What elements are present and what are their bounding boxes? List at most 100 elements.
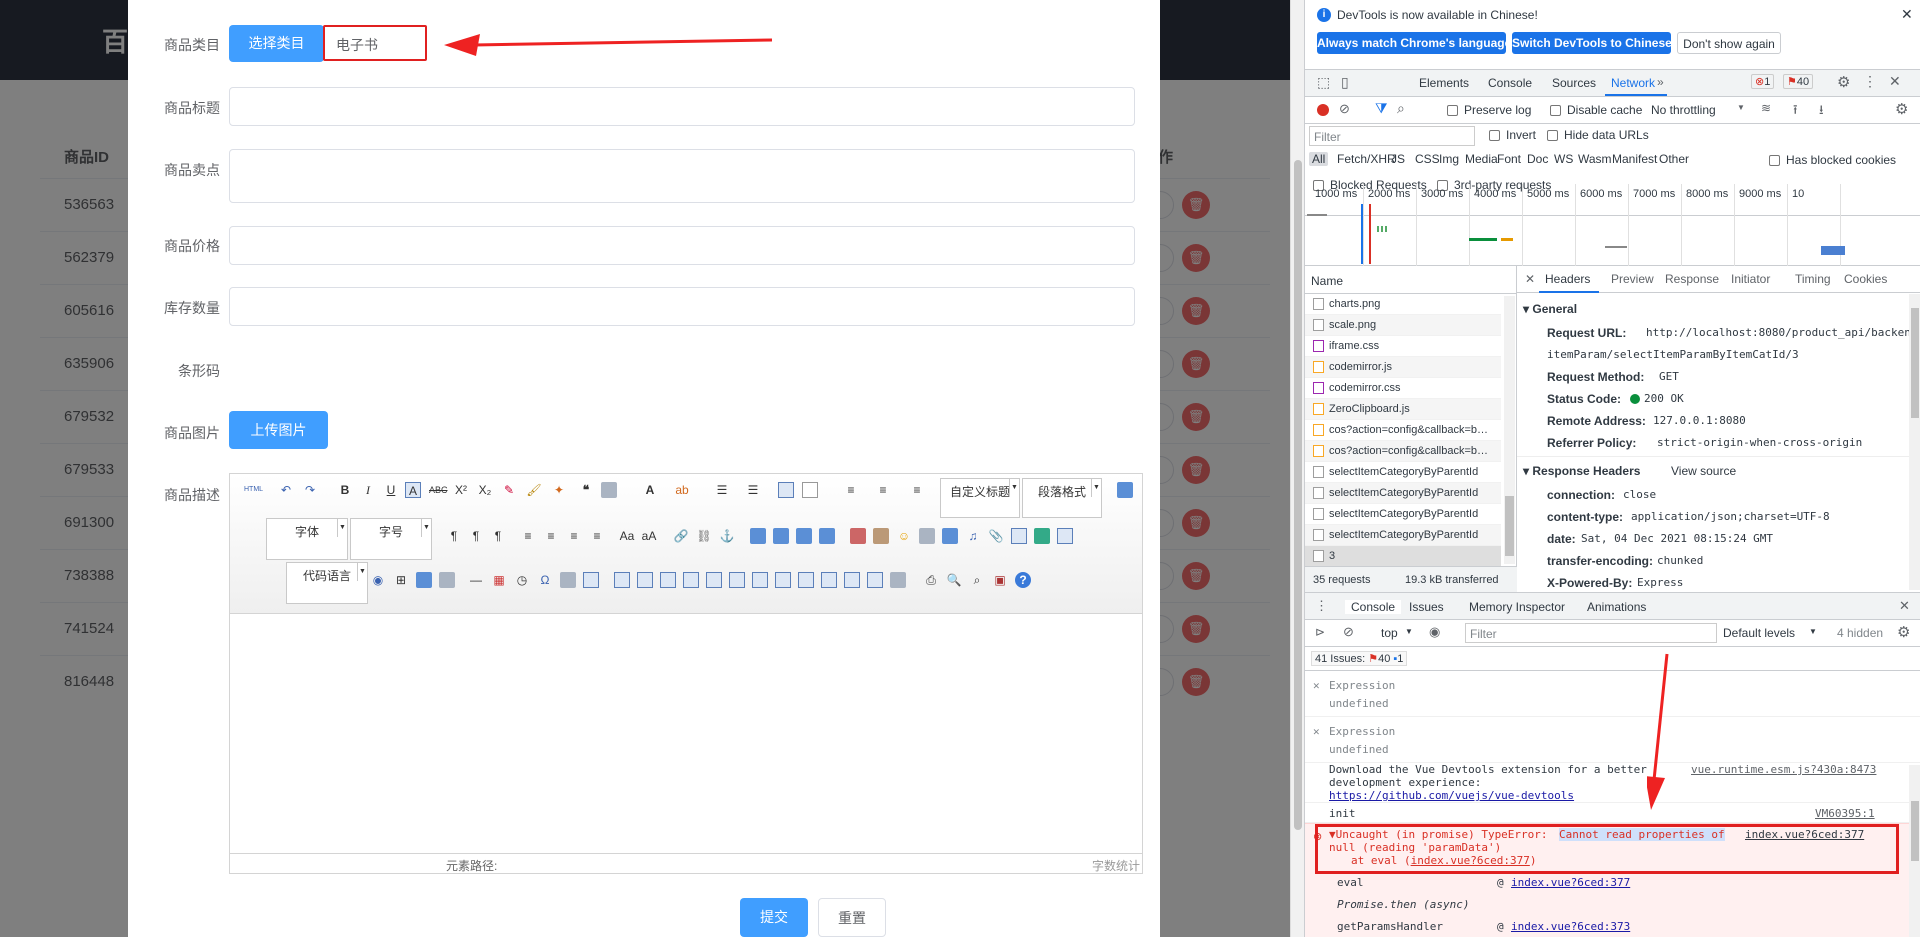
- merge-down-icon[interactable]: [821, 572, 837, 588]
- init-source-link[interactable]: VM60395:1: [1815, 807, 1875, 820]
- ltr-icon[interactable]: ¶: [446, 528, 462, 544]
- image-right-icon[interactable]: [796, 528, 812, 544]
- drawer-tab-memory-inspector[interactable]: Memory Inspector: [1469, 600, 1565, 614]
- strikethrough-icon[interactable]: ABC: [429, 482, 448, 498]
- record-icon[interactable]: [1317, 104, 1329, 116]
- network-filter-input[interactable]: Filter: [1309, 126, 1475, 146]
- drawer-menu-icon[interactable]: ⋮: [1315, 598, 1328, 614]
- select-category-button[interactable]: 选择类目: [229, 25, 324, 62]
- map-icon[interactable]: [1011, 528, 1027, 544]
- page-break-icon[interactable]: ◉: [370, 572, 386, 588]
- drafts-icon[interactable]: ▣: [992, 572, 1008, 588]
- has-blocked-cookies-checkbox[interactable]: [1769, 155, 1780, 166]
- type-filter-font[interactable]: Font: [1494, 152, 1524, 166]
- view-source-link[interactable]: View source: [1671, 464, 1736, 478]
- undo-icon[interactable]: ↶: [278, 482, 294, 498]
- image-center-icon[interactable]: [819, 528, 835, 544]
- blockquote-icon[interactable]: ❝: [578, 482, 594, 498]
- drawer-tab-animations[interactable]: Animations: [1587, 600, 1646, 614]
- align-right-icon[interactable]: ≡: [566, 528, 582, 544]
- import-har-icon[interactable]: ⭱: [1793, 101, 1798, 123]
- auto-typeset-icon[interactable]: ✦: [551, 482, 567, 498]
- type-filter-doc[interactable]: Doc: [1524, 152, 1551, 166]
- live-expression-eye-icon[interactable]: ◉: [1429, 624, 1440, 640]
- emotion-icon[interactable]: ☺: [896, 528, 912, 544]
- date-icon[interactable]: ▦: [491, 572, 507, 588]
- console-settings-icon[interactable]: ⚙: [1897, 623, 1910, 641]
- request-row[interactable]: 3: [1305, 546, 1501, 567]
- row-spacing-top-icon[interactable]: ≡: [843, 482, 859, 498]
- italic-icon[interactable]: I: [360, 482, 376, 498]
- request-row[interactable]: ZeroClipboard.js: [1305, 399, 1501, 420]
- time-icon[interactable]: ◷: [514, 572, 530, 588]
- tab-network[interactable]: Network: [1611, 76, 1655, 90]
- lowercase-icon[interactable]: aA: [641, 528, 657, 544]
- background-icon[interactable]: [416, 572, 432, 588]
- detail-tab-timing[interactable]: Timing: [1795, 272, 1831, 286]
- fullscreen-icon[interactable]: [1117, 482, 1133, 498]
- vue-source-link[interactable]: vue.runtime.esm.js?430a:8473: [1691, 763, 1876, 776]
- tab-sources[interactable]: Sources: [1552, 76, 1596, 90]
- delete-table-icon[interactable]: [637, 572, 653, 588]
- response-headers-section-header[interactable]: ▾ Response Headers: [1523, 464, 1640, 478]
- network-settings-icon[interactable]: ⚙: [1895, 100, 1908, 118]
- console-filter-input[interactable]: Filter: [1465, 623, 1717, 643]
- detail-tab-initiator[interactable]: Initiator: [1731, 272, 1770, 286]
- request-row[interactable]: scale.png: [1305, 315, 1501, 336]
- special-char-icon[interactable]: Ω: [537, 572, 553, 588]
- tab-elements[interactable]: Elements: [1419, 76, 1469, 90]
- disable-cache-checkbox[interactable]: [1550, 105, 1561, 116]
- indent-icon[interactable]: ¶: [490, 528, 506, 544]
- request-row[interactable]: iframe.css: [1305, 336, 1501, 357]
- row-spacing-bottom-icon[interactable]: ≡: [875, 482, 891, 498]
- superscript-icon[interactable]: X²: [453, 482, 469, 498]
- always-match-language-button[interactable]: Always match Chrome's language: [1317, 32, 1511, 54]
- switch-to-chinese-button[interactable]: Switch DevTools to Chinese: [1512, 32, 1672, 54]
- type-filter-js[interactable]: JS: [1388, 152, 1408, 166]
- preserve-log-checkbox[interactable]: [1447, 105, 1458, 116]
- issue-counter[interactable]: ⚑40: [1783, 74, 1814, 89]
- request-list-scrollbar[interactable]: [1504, 296, 1515, 564]
- snapscreen-icon[interactable]: [583, 572, 599, 588]
- details-scroll-thumb[interactable]: [1911, 308, 1919, 418]
- request-row[interactable]: charts.png: [1305, 294, 1501, 315]
- filter-icon[interactable]: ⧩: [1375, 100, 1388, 117]
- scrawl-icon[interactable]: [919, 528, 935, 544]
- stock-input[interactable]: [229, 287, 1135, 326]
- request-row[interactable]: selectItemCategoryByParentId: [1305, 462, 1501, 483]
- selling-point-textarea[interactable]: [229, 149, 1135, 203]
- request-row[interactable]: selectItemCategoryByParentId: [1305, 525, 1501, 546]
- word-image-icon[interactable]: [439, 572, 455, 588]
- insert-frame-icon[interactable]: [1034, 528, 1050, 544]
- log-levels-select[interactable]: Default levels: [1723, 626, 1795, 640]
- inspect-element-icon[interactable]: ⬚: [1317, 74, 1330, 91]
- insert-video-icon[interactable]: [942, 528, 958, 544]
- image-left-icon[interactable]: [773, 528, 789, 544]
- price-input[interactable]: [229, 226, 1135, 265]
- request-list-scroll-thumb[interactable]: [1505, 496, 1514, 556]
- type-filter-ws[interactable]: WS: [1551, 152, 1576, 166]
- background-color-icon[interactable]: ab: [674, 482, 690, 498]
- font-family-select[interactable]: 字体 ▼: [266, 518, 348, 560]
- sidebar-toggle-icon[interactable]: ⊳: [1315, 625, 1325, 639]
- merge-cells-icon[interactable]: [775, 572, 791, 588]
- tab-console[interactable]: Console: [1488, 76, 1532, 90]
- request-row[interactable]: codemirror.js: [1305, 357, 1501, 378]
- custom-title-select[interactable]: 自定义标题 ▼: [940, 478, 1020, 518]
- detail-tab-headers[interactable]: Headers: [1545, 272, 1590, 286]
- select-all-icon[interactable]: [778, 482, 794, 498]
- unlink-icon[interactable]: ⛓: [696, 528, 712, 544]
- expression-label[interactable]: Expression: [1329, 679, 1395, 692]
- general-section-header[interactable]: ▾ General: [1523, 302, 1577, 316]
- template-icon[interactable]: ⊞: [393, 572, 409, 588]
- unordered-list-icon[interactable]: ☰: [745, 482, 761, 498]
- link-icon[interactable]: 🔗: [673, 528, 689, 544]
- context-select[interactable]: top: [1381, 626, 1398, 640]
- format-brush-icon[interactable]: 🖌: [526, 482, 542, 498]
- delete-row-icon[interactable]: [706, 572, 722, 588]
- underline-icon[interactable]: U: [383, 482, 399, 498]
- delete-col-icon[interactable]: [752, 572, 768, 588]
- rtl-icon[interactable]: ¶: [468, 528, 484, 544]
- details-scrollbar[interactable]: [1909, 294, 1920, 590]
- type-filter-img[interactable]: Img: [1436, 152, 1462, 166]
